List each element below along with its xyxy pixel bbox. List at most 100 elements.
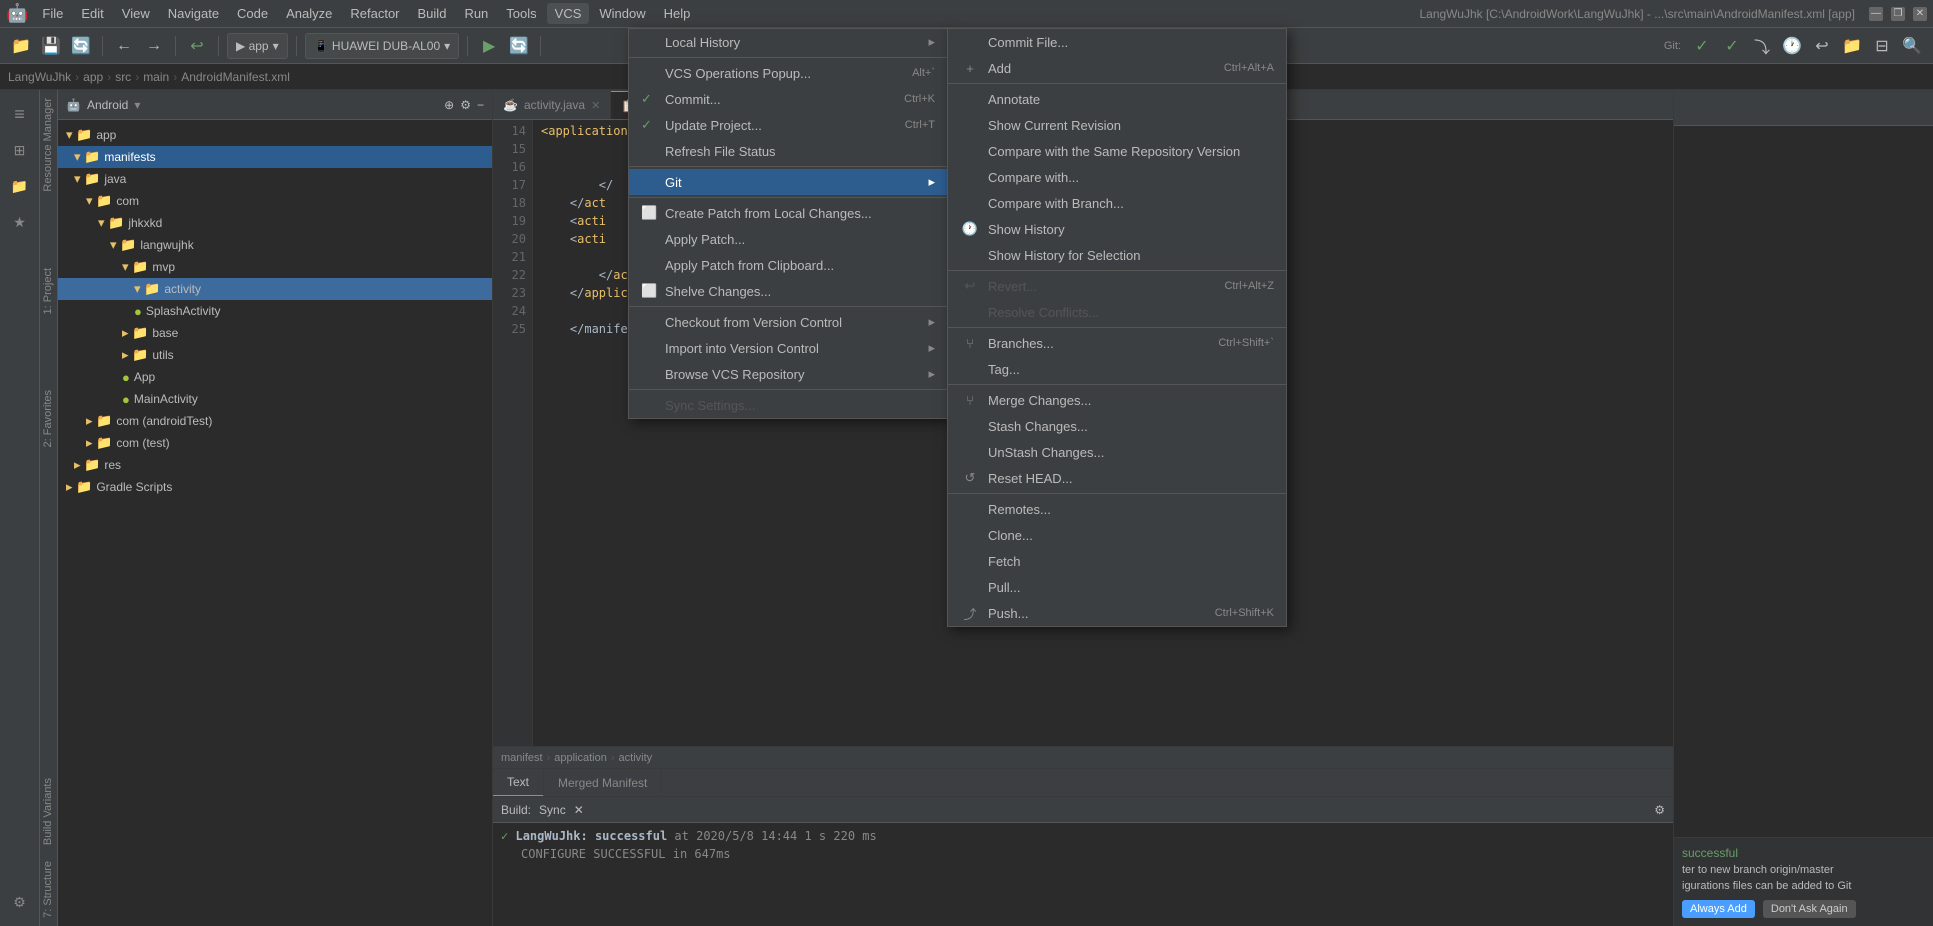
tree-item-langwujhk[interactable]: ▾ 📁 langwujhk — [58, 234, 492, 256]
vcs-menu-update[interactable]: ✓ Update Project... Ctrl+T — [629, 112, 947, 138]
build-settings-icon[interactable]: ⚙ — [1654, 803, 1665, 817]
tree-item-activity[interactable]: ▾ 📁 activity — [58, 278, 492, 300]
git-pull[interactable]: Pull... — [948, 574, 1286, 600]
path-application[interactable]: application — [554, 752, 607, 764]
minimize-button[interactable]: — — [1869, 7, 1883, 21]
menu-file[interactable]: File — [34, 3, 71, 24]
open-folder-button[interactable]: 📁 — [8, 33, 34, 59]
vcs-menu-vcs-popup[interactable]: VCS Operations Popup... Alt+` — [629, 60, 947, 86]
menu-run[interactable]: Run — [456, 3, 496, 24]
save-button[interactable]: 💾 — [38, 33, 64, 59]
tree-collapse-icon[interactable]: − — [477, 98, 484, 112]
breadcrumb-part-1[interactable]: app — [83, 70, 103, 84]
menu-code[interactable]: Code — [229, 3, 276, 24]
resource-manager-icon[interactable]: ≡ — [4, 98, 36, 130]
tree-item-mainactivity[interactable]: ● MainActivity — [58, 388, 492, 410]
git-fetch[interactable]: Fetch — [948, 548, 1286, 574]
vcs-menu-browse[interactable]: Browse VCS Repository ▸ — [629, 361, 947, 387]
git-compare-with[interactable]: Compare with... — [948, 164, 1286, 190]
git-compare-same-repo[interactable]: Compare with the Same Repository Version — [948, 138, 1286, 164]
menu-view[interactable]: View — [114, 3, 158, 24]
favorites-label[interactable]: 2: Favorites — [40, 382, 57, 455]
git-search-button[interactable]: 🔍 — [1899, 33, 1925, 59]
vcs-menu-commit[interactable]: ✓ Commit... Ctrl+K — [629, 86, 947, 112]
menu-edit[interactable]: Edit — [73, 3, 111, 24]
git-diff-button[interactable]: ⊟ — [1869, 33, 1895, 59]
git-stash-changes[interactable]: Stash Changes... — [948, 413, 1286, 439]
tree-item-res[interactable]: ▸ 📁 res — [58, 454, 492, 476]
close-button[interactable]: ✕ — [1913, 7, 1927, 21]
vcs-menu-apply-patch[interactable]: Apply Patch... — [629, 226, 947, 252]
tree-item-jhkxkd[interactable]: ▾ 📁 jhkxkd — [58, 212, 492, 234]
git-push-button[interactable]: ⤵ — [1749, 33, 1775, 59]
menu-build[interactable]: Build — [410, 3, 455, 24]
menu-window[interactable]: Window — [591, 3, 653, 24]
tab-activity-java[interactable]: ☕ activity.java ✕ — [493, 91, 611, 119]
path-activity[interactable]: activity — [619, 752, 653, 764]
git-history-button[interactable]: 🕐 — [1779, 33, 1805, 59]
git-branches[interactable]: ⑂ Branches... Ctrl+Shift+` — [948, 330, 1286, 356]
vcs-menu-git[interactable]: Git ▸ — [629, 169, 947, 195]
git-vcs-folder-button[interactable]: 📁 — [1839, 33, 1865, 59]
menu-vcs[interactable]: VCS — [547, 3, 590, 24]
git-update-button[interactable]: ✓ — [1719, 33, 1745, 59]
git-add[interactable]: + Add Ctrl+Alt+A — [948, 55, 1286, 81]
tree-item-java[interactable]: ▾ 📁 java — [58, 168, 492, 190]
git-tag[interactable]: Tag... — [948, 356, 1286, 382]
git-remotes[interactable]: Remotes... — [948, 496, 1286, 522]
tree-item-manifests[interactable]: ▾ 📁 manifests — [58, 146, 492, 168]
tree-item-app-file[interactable]: ● App — [58, 366, 492, 388]
vcs-menu-apply-clipboard[interactable]: Apply Patch from Clipboard... — [629, 252, 947, 278]
vcs-menu-create-patch[interactable]: ⬜ Create Patch from Local Changes... — [629, 200, 947, 226]
menu-analyze[interactable]: Analyze — [278, 3, 340, 24]
vcs-menu-import[interactable]: Import into Version Control ▸ — [629, 335, 947, 361]
menu-tools[interactable]: Tools — [498, 3, 544, 24]
menu-navigate[interactable]: Navigate — [160, 3, 227, 24]
tree-dropdown-icon[interactable]: ▾ — [134, 98, 140, 112]
git-show-history-selection[interactable]: Show History for Selection — [948, 242, 1286, 268]
project-label[interactable]: 1: Project — [40, 260, 57, 322]
menu-refactor[interactable]: Refactor — [342, 3, 407, 24]
breadcrumb-part-0[interactable]: LangWuJhk — [8, 70, 71, 84]
structure-label[interactable]: 7: Structure — [40, 853, 57, 926]
undo-nav-button[interactable]: ↩ — [184, 33, 210, 59]
vcs-menu-checkout[interactable]: Checkout from Version Control ▸ — [629, 309, 947, 335]
git-annotate[interactable]: Annotate — [948, 86, 1286, 112]
run-button[interactable]: ▶ — [476, 33, 502, 59]
git-reset-head[interactable]: ↺ Reset HEAD... — [948, 465, 1286, 491]
breadcrumb-part-2[interactable]: src — [115, 70, 131, 84]
tree-settings-icon[interactable]: ⚙ — [460, 98, 471, 112]
git-compare-branch[interactable]: Compare with Branch... — [948, 190, 1286, 216]
tree-item-base[interactable]: ▸ 📁 base — [58, 322, 492, 344]
tree-item-mvp[interactable]: ▾ 📁 mvp — [58, 256, 492, 278]
tree-item-com-test[interactable]: ▸ 📁 com (test) — [58, 432, 492, 454]
sync-project-button[interactable]: 🔄 — [506, 33, 532, 59]
always-add-button[interactable]: Always Add — [1682, 900, 1755, 918]
project-icon[interactable]: 📁 — [4, 170, 36, 202]
build-sync-tab[interactable]: Sync — [539, 803, 566, 817]
structure-icon[interactable]: ⊞ — [4, 134, 36, 166]
tab-text[interactable]: Text — [493, 769, 544, 797]
git-merge-changes[interactable]: ⑂ Merge Changes... — [948, 387, 1286, 413]
tab-activity-java-close[interactable]: ✕ — [591, 99, 600, 112]
tree-item-com[interactable]: ▾ 📁 com — [58, 190, 492, 212]
git-show-current-revision[interactable]: Show Current Revision — [948, 112, 1286, 138]
build-sync-close[interactable]: ✕ — [574, 803, 584, 817]
git-commit-file[interactable]: Commit File... — [948, 29, 1286, 55]
resource-manager-label[interactable]: Resource Manager — [40, 90, 57, 200]
menu-help[interactable]: Help — [656, 3, 699, 24]
git-clone[interactable]: Clone... — [948, 522, 1286, 548]
back-button[interactable]: ← — [111, 33, 137, 59]
tree-item-utils[interactable]: ▸ 📁 utils — [58, 344, 492, 366]
vcs-menu-refresh[interactable]: Refresh File Status — [629, 138, 947, 164]
tree-item-gradle[interactable]: ▸ 📁 Gradle Scripts — [58, 476, 492, 498]
tree-item-app[interactable]: ▾ 📁 app — [58, 124, 492, 146]
git-commit-button[interactable]: ✓ — [1689, 33, 1715, 59]
tree-scope-icon[interactable]: ⊕ — [444, 98, 454, 112]
sync-button[interactable]: 🔄 — [68, 33, 94, 59]
tree-item-splashactivity[interactable]: ● SplashActivity — [58, 300, 492, 322]
tab-merged-manifest[interactable]: Merged Manifest — [544, 769, 662, 797]
tree-item-com-androidtest[interactable]: ▸ 📁 com (androidTest) — [58, 410, 492, 432]
favorites-icon[interactable]: ★ — [4, 206, 36, 238]
git-show-history[interactable]: 🕐 Show History — [948, 216, 1286, 242]
